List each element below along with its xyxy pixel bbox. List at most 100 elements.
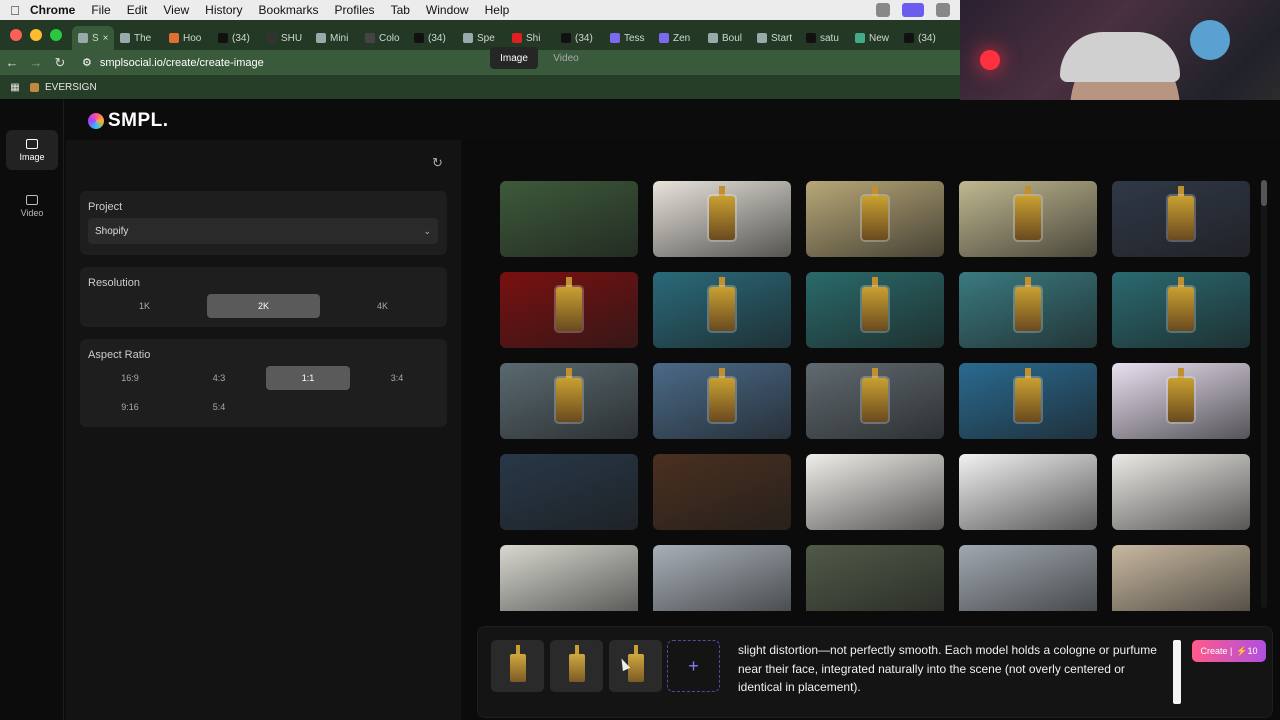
refresh-icon[interactable]: ↻ — [432, 155, 443, 171]
gallery-thumbnail-roses[interactable] — [653, 272, 791, 348]
gallery-thumbnail-blender[interactable] — [806, 454, 944, 530]
browser-tab[interactable]: (34) — [408, 26, 457, 50]
gallery-thumbnail-creator[interactable] — [806, 545, 944, 611]
smpl-logo[interactable]: SMPL. — [88, 110, 169, 132]
gallery-thumbnail-waves[interactable] — [806, 363, 944, 439]
close-window-button[interactable] — [10, 29, 22, 41]
menu-profiles[interactable]: Profiles — [335, 3, 375, 17]
apps-grid-icon[interactable]: ▦ — [0, 82, 30, 93]
gallery-thumbnail-fruit[interactable] — [653, 454, 791, 530]
image-icon — [26, 138, 38, 149]
aspect-4-3[interactable]: 4:3 — [177, 366, 261, 390]
gallery-thumbnail-field[interactable] — [959, 181, 1097, 257]
resolution-2k[interactable]: 2K — [207, 294, 320, 318]
perfume-bottle — [862, 196, 888, 241]
add-reference-button[interactable]: + — [667, 640, 720, 692]
reload-icon[interactable]: ↻ — [48, 55, 72, 71]
menu-bookmarks[interactable]: Bookmarks — [259, 3, 319, 17]
aspect-1-1[interactable]: 1:1 — [266, 366, 350, 390]
gallery-thumbnail-blender[interactable] — [959, 454, 1097, 530]
browser-tab[interactable]: Boul — [702, 26, 751, 50]
gallery-thumbnail-gym[interactable] — [500, 454, 638, 530]
aspect-3-4[interactable]: 3:4 — [355, 366, 439, 390]
reference-image[interactable] — [491, 640, 544, 692]
browser-tab-label: The — [134, 32, 152, 44]
status-icon[interactable] — [876, 3, 890, 17]
gallery-thumbnail-ice[interactable] — [653, 363, 791, 439]
browser-tab[interactable]: The — [114, 26, 163, 50]
gallery-thumbnail-creator[interactable] — [653, 545, 791, 611]
browser-tab[interactable]: S × — [72, 26, 114, 50]
bookmark-eversign[interactable]: EVERSIGN — [30, 82, 97, 93]
browser-tab[interactable]: Hoo — [163, 26, 212, 50]
browser-tab[interactable]: Zen — [653, 26, 702, 50]
gallery-thumbnail-blender[interactable] — [1112, 454, 1250, 530]
resolution-1k[interactable]: 1K — [88, 294, 201, 318]
gallery-thumbnail-roses[interactable] — [806, 272, 944, 348]
aspect-16-9[interactable]: 16:9 — [88, 366, 172, 390]
reference-image[interactable] — [550, 640, 603, 692]
menu-window[interactable]: Window — [426, 3, 469, 17]
minimize-window-button[interactable] — [30, 29, 42, 41]
rail-video-label: Video — [20, 207, 44, 218]
reference-image[interactable] — [609, 640, 662, 692]
gallery-scrollbar[interactable] — [1261, 180, 1267, 608]
gallery-thumbnail-models[interactable] — [500, 181, 638, 257]
resolution-4k[interactable]: 4K — [326, 294, 439, 318]
close-tab-icon[interactable]: × — [103, 33, 109, 44]
rail-video-button[interactable]: Video — [6, 186, 58, 226]
address-bar[interactable]: ⚙ smplsocial.io/create/create-image — [82, 56, 264, 70]
gallery-thumbnail-room[interactable] — [1112, 545, 1250, 611]
status-icon[interactable] — [936, 3, 950, 17]
gallery-thumbnail-splash[interactable] — [1112, 363, 1250, 439]
browser-tab-label: Zen — [673, 32, 691, 44]
menu-history[interactable]: History — [205, 3, 242, 17]
browser-tab[interactable]: New — [849, 26, 898, 50]
gallery-thumbnail-bottles[interactable] — [653, 181, 791, 257]
site-info-icon[interactable]: ⚙ — [82, 56, 92, 69]
create-button[interactable]: Create | ⚡10 — [1192, 640, 1266, 662]
rail-image-button[interactable]: Image — [6, 130, 58, 170]
tab-image[interactable]: Image — [490, 47, 538, 69]
gallery-thumbnail-brush[interactable] — [500, 545, 638, 611]
browser-tab[interactable]: SHU — [261, 26, 310, 50]
tiktok-favicon-icon — [218, 33, 228, 43]
window-controls — [0, 29, 72, 41]
url-text[interactable]: smplsocial.io/create/create-image — [100, 57, 264, 69]
screen-record-icon[interactable] — [902, 3, 924, 17]
tab-video[interactable]: Video — [544, 47, 588, 69]
menu-help[interactable]: Help — [485, 3, 510, 17]
smpl-logo-icon — [88, 113, 104, 129]
browser-tab[interactable]: Start — [751, 26, 800, 50]
menu-edit[interactable]: Edit — [127, 3, 148, 17]
project-select[interactable]: Shopify ⌄ — [88, 218, 438, 244]
browser-tab[interactable]: Mini — [310, 26, 359, 50]
gallery-thumbnail-waves[interactable] — [500, 363, 638, 439]
gallery-thumbnail-bottle[interactable] — [500, 272, 638, 348]
browser-tab[interactable]: (34) — [212, 26, 261, 50]
browser-tab[interactable]: Tess — [604, 26, 653, 50]
browser-tab[interactable]: Colo — [359, 26, 408, 50]
back-icon[interactable]: ← — [0, 55, 24, 70]
browser-tab-label: (34) — [428, 32, 446, 44]
gallery-thumbnail-ocean[interactable] — [959, 363, 1097, 439]
aspect-5-4[interactable]: 5:4 — [177, 395, 261, 419]
aspect-9-16[interactable]: 9:16 — [88, 395, 172, 419]
menu-view[interactable]: View — [163, 3, 189, 17]
browser-tab[interactable]: satu — [800, 26, 849, 50]
prompt-input[interactable]: slight distortion—not perfectly smooth. … — [738, 641, 1166, 697]
menu-app-name[interactable]: Chrome — [30, 3, 75, 17]
gallery-thumbnail-field[interactable] — [806, 181, 944, 257]
gallery-thumbnail-roses[interactable] — [1112, 272, 1250, 348]
apple-icon[interactable]:  — [0, 3, 30, 18]
browser-tab[interactable]: (34) — [898, 26, 947, 50]
scrollbar-thumb[interactable] — [1261, 180, 1267, 206]
gallery-thumbnail-roses[interactable] — [959, 272, 1097, 348]
menu-tab[interactable]: Tab — [391, 3, 410, 17]
zoom-window-button[interactable] — [50, 29, 62, 41]
gallery-thumbnail-creator[interactable] — [959, 545, 1097, 611]
gallery-thumbnail-plush[interactable] — [1112, 181, 1250, 257]
menu-file[interactable]: File — [91, 3, 110, 17]
forward-icon[interactable]: → — [24, 55, 48, 70]
prompt-scrollbar[interactable] — [1173, 640, 1181, 704]
